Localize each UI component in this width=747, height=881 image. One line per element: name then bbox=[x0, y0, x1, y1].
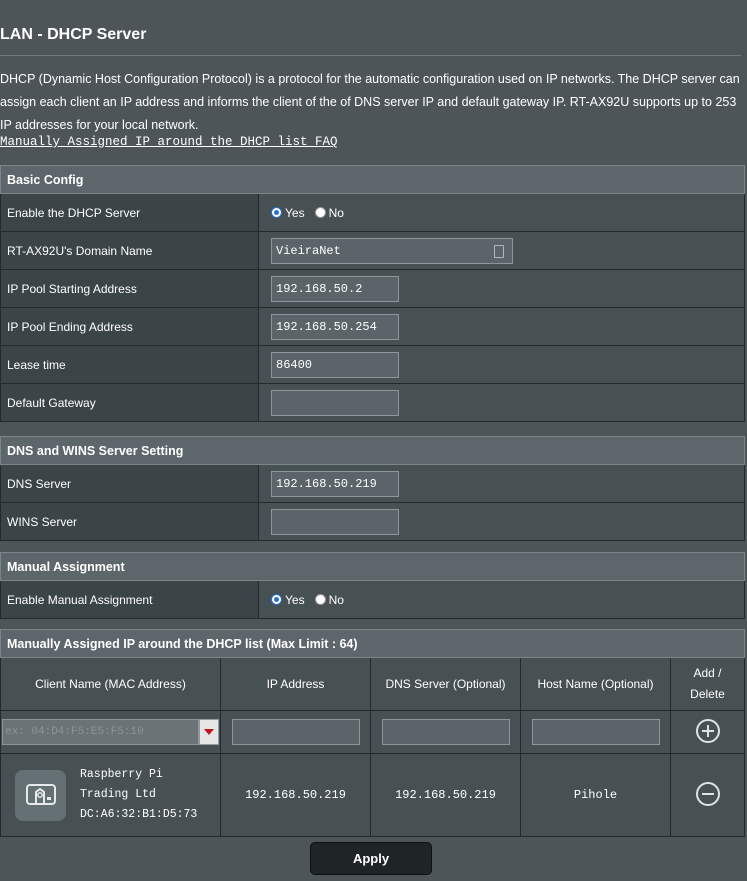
client-vendor-line2: Trading Ltd bbox=[80, 788, 156, 801]
manual-assignment-table: Manual Assignment Enable Manual Assignme… bbox=[0, 552, 745, 619]
enable-dhcp-label: Enable the DHCP Server bbox=[0, 193, 259, 232]
pool-start-label: IP Pool Starting Address bbox=[0, 269, 259, 308]
mac-address-select[interactable]: ex: 04:D4:F5:E5:F5:10 bbox=[2, 719, 219, 745]
enable-manual-yes-label[interactable]: Yes bbox=[285, 593, 305, 607]
apply-button[interactable]: Apply bbox=[310, 842, 432, 875]
table-row: Raspberry Pi Trading Ltd DC:A6:32:B1:D5:… bbox=[0, 753, 745, 837]
enable-dhcp-radio-group: Yes No bbox=[271, 206, 744, 220]
enable-dhcp-yes-radio[interactable] bbox=[271, 207, 282, 218]
chevron-down-icon[interactable] bbox=[199, 719, 219, 745]
manual-ip-list-table: Manually Assigned IP around the DHCP lis… bbox=[0, 629, 745, 837]
enable-manual-label: Enable Manual Assignment bbox=[0, 580, 259, 619]
pool-start-input[interactable]: 192.168.50.2 bbox=[271, 275, 399, 302]
client-vendor-line1: Raspberry Pi bbox=[80, 768, 163, 781]
col-host-name: Host Name (Optional) bbox=[520, 657, 671, 711]
col-delete-label: Delete bbox=[690, 687, 725, 701]
page-title: LAN - DHCP Server bbox=[0, 26, 147, 43]
dns-wins-header: DNS and WINS Server Setting bbox=[0, 436, 745, 465]
client-cell: Raspberry Pi Trading Ltd DC:A6:32:B1:D5:… bbox=[2, 765, 219, 825]
enable-manual-yes-radio[interactable] bbox=[271, 594, 282, 605]
enable-manual-no-radio[interactable] bbox=[314, 594, 326, 605]
basic-config-header: Basic Config bbox=[0, 165, 745, 194]
enable-manual-no-label[interactable]: No bbox=[329, 593, 344, 607]
new-dns-input[interactable] bbox=[381, 719, 510, 745]
new-ip-input[interactable] bbox=[231, 719, 360, 745]
col-add-label: Add / bbox=[693, 666, 722, 680]
faq-link[interactable]: Manually Assigned IP around the DHCP lis… bbox=[0, 135, 338, 149]
mac-address-input[interactable]: ex: 04:D4:F5:E5:F5:10 bbox=[2, 719, 200, 745]
lease-time-input[interactable]: 86400 bbox=[271, 351, 399, 378]
row-dns: 192.168.50.219 bbox=[370, 753, 521, 837]
enable-dhcp-no-label[interactable]: No bbox=[329, 206, 344, 220]
wins-server-label: WINS Server bbox=[0, 502, 259, 541]
page-description: DHCP (Dynamic Host Configuration Protoco… bbox=[0, 72, 740, 132]
manual-list-header: Manually Assigned IP around the DHCP lis… bbox=[0, 629, 745, 658]
domain-name-input[interactable]: VieiraNet bbox=[271, 237, 513, 264]
basic-config-table: Basic Config Enable the DHCP Server Yes … bbox=[0, 165, 745, 422]
col-client-name: Client Name (MAC Address) bbox=[0, 657, 221, 711]
manual-assignment-header: Manual Assignment bbox=[0, 552, 745, 581]
enable-manual-radio-group: Yes No bbox=[271, 593, 744, 607]
pool-end-label: IP Pool Ending Address bbox=[0, 307, 259, 346]
add-icon[interactable] bbox=[695, 718, 720, 743]
row-host: Pihole bbox=[520, 753, 671, 837]
domain-name-label: RT-AX92U's Domain Name bbox=[0, 231, 259, 270]
dns-server-label: DNS Server bbox=[0, 464, 259, 503]
lease-time-label: Lease time bbox=[0, 345, 259, 384]
dns-wins-table: DNS and WINS Server Setting DNS Server 1… bbox=[0, 436, 745, 541]
col-dns-server: DNS Server (Optional) bbox=[370, 657, 521, 711]
autofill-icon[interactable] bbox=[494, 244, 504, 258]
remove-icon[interactable] bbox=[695, 781, 720, 806]
enable-dhcp-no-radio[interactable] bbox=[314, 207, 326, 218]
row-ip: 192.168.50.219 bbox=[220, 753, 371, 837]
client-info: Raspberry Pi Trading Ltd DC:A6:32:B1:D5:… bbox=[80, 765, 197, 825]
enable-dhcp-yes-label[interactable]: Yes bbox=[285, 206, 305, 220]
dns-server-input[interactable]: 192.168.50.219 bbox=[271, 470, 399, 497]
device-icon[interactable] bbox=[15, 769, 66, 821]
default-gateway-input[interactable] bbox=[271, 389, 399, 416]
col-ip-address: IP Address bbox=[220, 657, 371, 711]
new-host-input[interactable] bbox=[531, 719, 660, 745]
title-divider bbox=[0, 55, 741, 56]
pool-end-input[interactable]: 192.168.50.254 bbox=[271, 313, 399, 340]
default-gateway-label: Default Gateway bbox=[0, 383, 259, 422]
client-mac: DC:A6:32:B1:D5:73 bbox=[80, 808, 198, 821]
domain-name-value: VieiraNet bbox=[276, 243, 341, 258]
col-add-delete: Add / Delete bbox=[670, 657, 745, 711]
wins-server-input[interactable] bbox=[271, 508, 399, 535]
